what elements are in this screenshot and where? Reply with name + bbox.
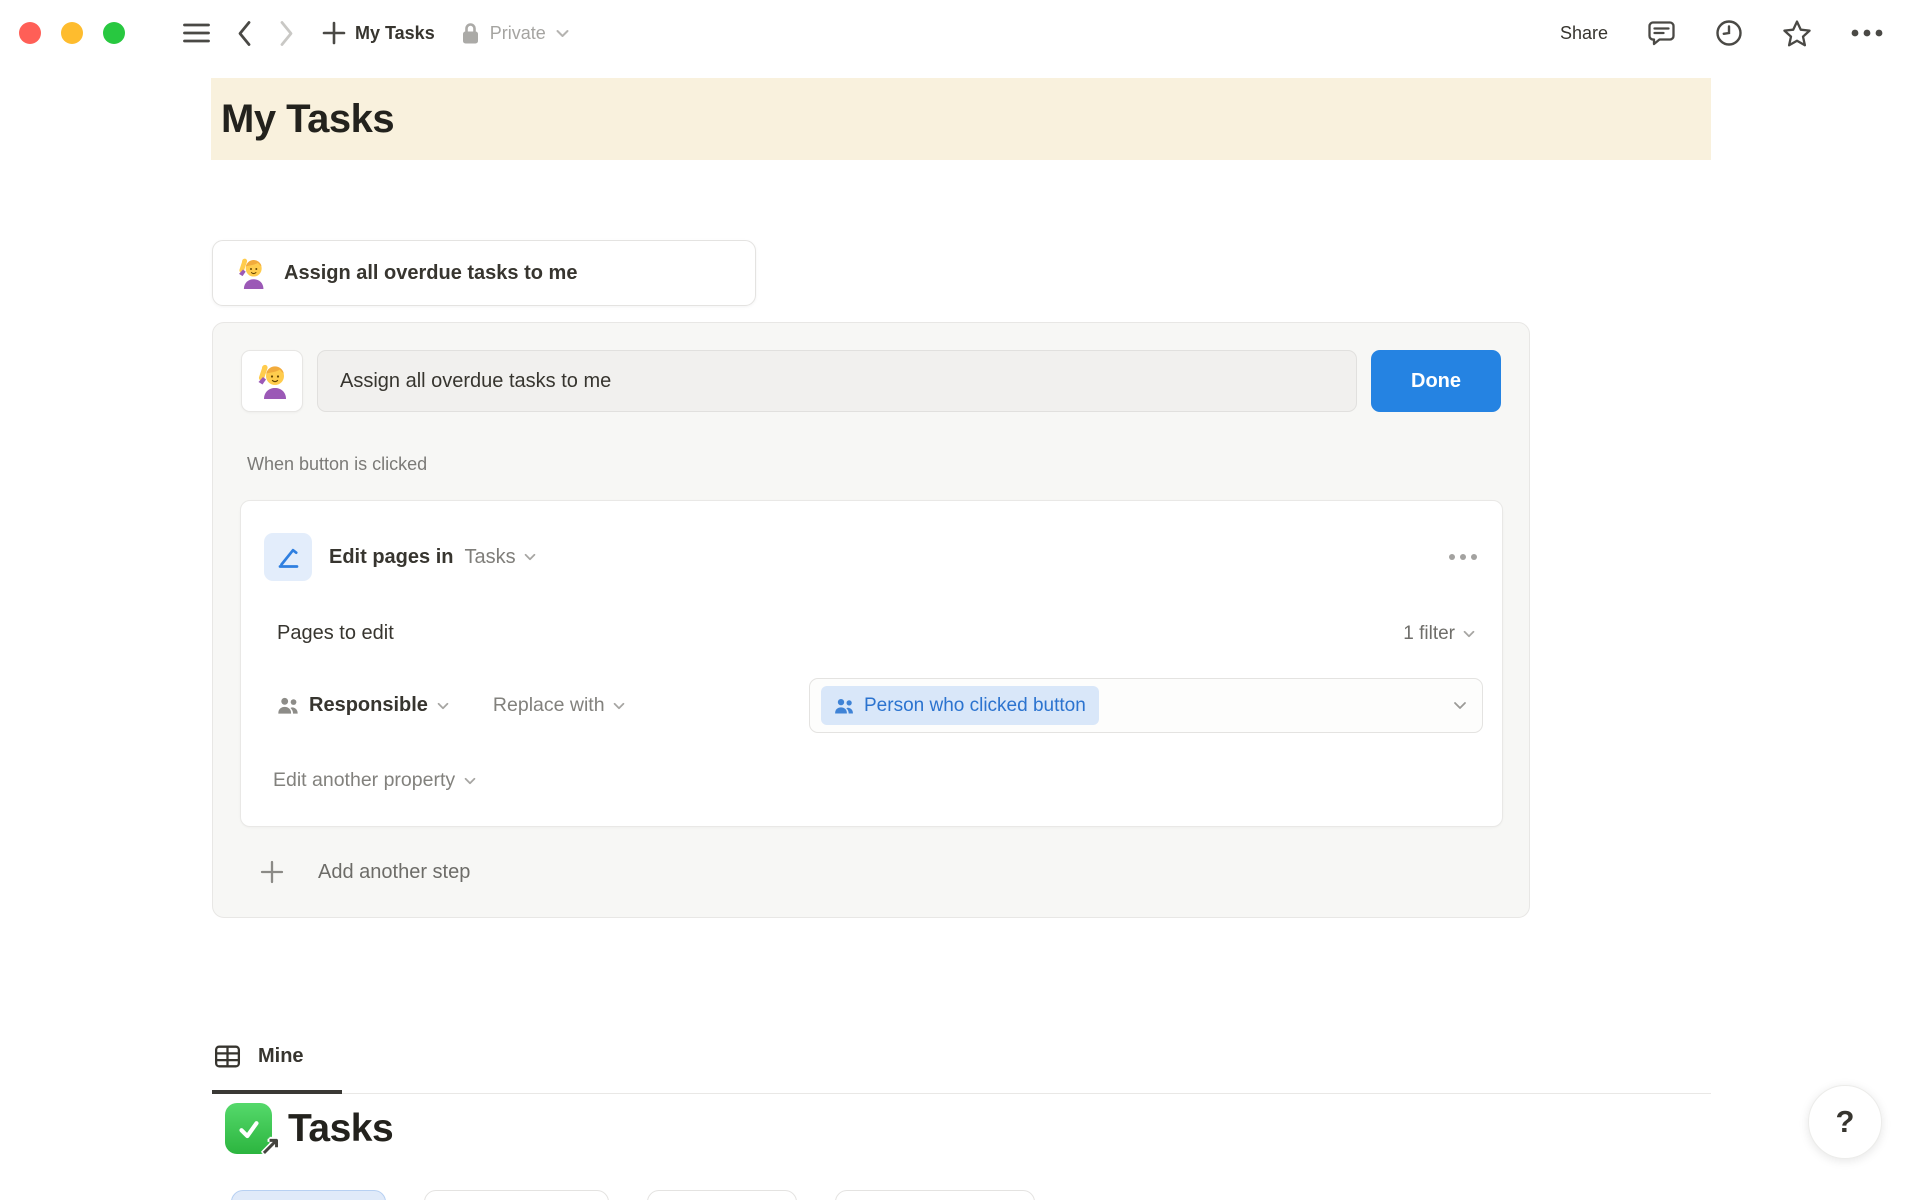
page-title: My Tasks xyxy=(211,97,394,142)
clock-icon xyxy=(1715,19,1743,47)
tab-mine-label: Mine xyxy=(258,1045,304,1068)
chevron-down-icon xyxy=(437,702,449,710)
new-page-button[interactable] xyxy=(321,20,347,46)
filter-count-label: 1 filter xyxy=(1403,623,1455,645)
breadcrumb-page-title[interactable]: My Tasks xyxy=(355,23,435,44)
chevron-left-icon xyxy=(237,20,252,47)
chevron-down-icon xyxy=(524,553,536,561)
privacy-dropdown[interactable]: Private xyxy=(461,22,569,45)
button-name-row: Done xyxy=(241,350,1501,412)
updates-button[interactable] xyxy=(1715,19,1743,47)
database-title[interactable]: Tasks xyxy=(288,1107,393,1151)
bottom-pill[interactable] xyxy=(424,1190,609,1200)
filter-pills-row xyxy=(231,1190,1035,1200)
operation-dropdown[interactable]: Replace with xyxy=(493,694,625,717)
person-value-chip: Person who clicked button xyxy=(821,686,1099,725)
star-icon xyxy=(1782,19,1812,48)
pencil-edit-icon xyxy=(275,544,302,571)
automation-button-label: Assign all overdue tasks to me xyxy=(284,262,577,285)
trigger-label: When button is clicked xyxy=(247,454,427,475)
page-banner: My Tasks xyxy=(211,78,1711,160)
titlebar: My Tasks Private Share xyxy=(0,0,1920,66)
edit-pages-tile xyxy=(264,533,312,581)
sidebar-toggle-button[interactable] xyxy=(183,21,210,45)
button-editor-panel: Done When button is clicked Edit pages i… xyxy=(212,322,1530,918)
more-options-button[interactable] xyxy=(1851,29,1883,37)
value-select[interactable]: Person who clicked button xyxy=(809,678,1483,733)
woman-raising-hand-emoji xyxy=(235,257,267,289)
back-button[interactable] xyxy=(237,20,252,47)
bottom-pill[interactable] xyxy=(835,1190,1035,1200)
add-another-step-button[interactable]: Add another step xyxy=(259,859,470,885)
operation-label: Replace with xyxy=(493,694,605,717)
edit-another-property-dropdown[interactable]: Edit another property xyxy=(273,769,476,792)
tab-mine[interactable]: Mine xyxy=(212,1022,342,1094)
chevron-down-icon xyxy=(613,702,625,710)
database-view-tabs: Mine xyxy=(212,1022,1711,1094)
close-window-button[interactable] xyxy=(19,22,41,44)
button-emoji-picker[interactable] xyxy=(241,350,303,412)
help-button[interactable]: ? xyxy=(1808,1085,1882,1159)
button-name-input[interactable] xyxy=(317,350,1357,412)
linked-arrow-icon: ↗ xyxy=(260,1134,281,1159)
target-database-dropdown[interactable]: Tasks xyxy=(464,546,535,569)
bottom-pill[interactable] xyxy=(647,1190,797,1200)
people-icon xyxy=(834,697,855,715)
comments-button[interactable] xyxy=(1647,20,1676,47)
table-view-icon xyxy=(212,1041,243,1072)
check-mark-emoji: ↗ xyxy=(225,1103,272,1154)
property-dropdown[interactable]: Responsible xyxy=(277,694,449,717)
property-name-label: Responsible xyxy=(309,694,428,717)
chevron-down-icon xyxy=(1453,701,1467,710)
forward-button[interactable] xyxy=(279,20,294,47)
comment-bubble-icon xyxy=(1647,20,1676,47)
automation-button[interactable]: Assign all overdue tasks to me xyxy=(212,240,756,306)
filter-dropdown[interactable]: 1 filter xyxy=(1403,623,1475,645)
target-database-name: Tasks xyxy=(464,546,515,569)
people-icon xyxy=(277,696,300,715)
chevron-down-icon xyxy=(464,777,476,785)
plus-icon xyxy=(321,20,347,46)
favorite-button[interactable] xyxy=(1782,19,1812,48)
pages-to-edit-label: Pages to edit xyxy=(277,622,394,645)
automation-step-card: Edit pages in Tasks Pages to edit 1 filt… xyxy=(240,500,1503,827)
ellipsis-icon xyxy=(1851,29,1883,37)
hamburger-menu-icon xyxy=(183,21,210,45)
minimize-window-button[interactable] xyxy=(61,22,83,44)
chevron-down-icon xyxy=(1463,630,1475,638)
step-action-label: Edit pages in xyxy=(329,546,453,569)
done-button[interactable]: Done xyxy=(1371,350,1501,412)
notion-window: My Tasks Private Share xyxy=(0,0,1920,1200)
chevron-right-icon xyxy=(279,20,294,47)
plus-icon xyxy=(259,859,285,885)
add-another-step-label: Add another step xyxy=(318,861,470,884)
bottom-pill[interactable] xyxy=(231,1190,386,1200)
macos-traffic-lights xyxy=(19,22,125,44)
lock-icon xyxy=(461,22,480,45)
chevron-down-icon xyxy=(556,29,569,38)
edit-another-property-label: Edit another property xyxy=(273,769,455,792)
person-value-label: Person who clicked button xyxy=(864,695,1086,717)
privacy-label: Private xyxy=(490,23,546,44)
linked-database-heading: ↗ Tasks xyxy=(225,1103,393,1154)
share-button[interactable]: Share xyxy=(1560,23,1608,44)
woman-raising-hand-emoji xyxy=(254,363,290,399)
step-more-options-button[interactable] xyxy=(1449,554,1477,560)
zoom-window-button[interactable] xyxy=(103,22,125,44)
